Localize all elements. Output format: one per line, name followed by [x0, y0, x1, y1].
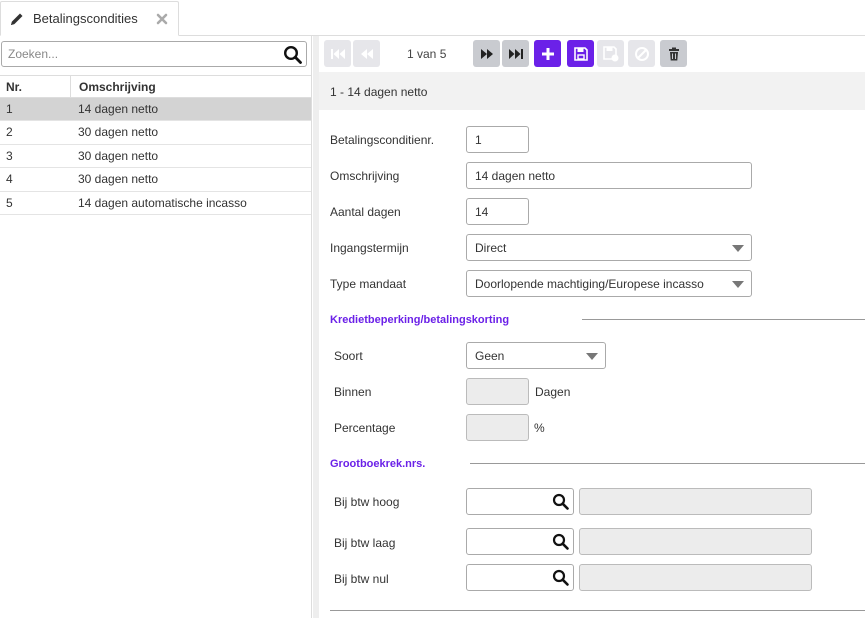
- search-icon[interactable]: [552, 533, 570, 551]
- soort-label: Soort: [334, 349, 363, 363]
- save-disabled-icon: [602, 45, 618, 61]
- add-icon: [541, 47, 554, 60]
- omschrijving-label: Omschrijving: [330, 169, 400, 183]
- delete-icon: [668, 47, 679, 60]
- section-kredietbeperking: Kredietbeperking/betalingskorting: [330, 314, 510, 326]
- save-icon: [573, 46, 588, 61]
- add-button[interactable]: [534, 40, 561, 67]
- row-nr: 4: [6, 172, 13, 187]
- tab-label: Betalingscondities: [33, 11, 138, 26]
- ingangstermijn-select[interactable]: Direct: [466, 234, 752, 261]
- chevron-down-icon: [586, 353, 598, 360]
- chevron-down-icon: [732, 245, 744, 252]
- btw-hoog-label: Bij btw hoog: [334, 495, 400, 509]
- btw-nul-label: Bij btw nul: [334, 572, 389, 586]
- ingangstermijn-label: Ingangstermijn: [330, 241, 409, 255]
- close-icon[interactable]: [155, 12, 169, 26]
- section-grootboek: Grootboekrek.nrs.: [330, 458, 426, 470]
- first-record-button[interactable]: [324, 40, 351, 67]
- nr-field[interactable]: 1: [466, 126, 529, 153]
- binnen-label: Binnen: [334, 385, 372, 399]
- record-toolbar: 1 van 5: [319, 36, 865, 72]
- next-icon: [480, 48, 493, 59]
- btw-hoog-description: [579, 488, 812, 515]
- list-item[interactable]: 5 14 dagen automatische incasso: [0, 192, 311, 215]
- aantal-dagen-field[interactable]: 14: [466, 198, 529, 225]
- last-record-button[interactable]: [502, 40, 529, 67]
- btw-nul-description: [579, 564, 812, 591]
- soort-value: Geen: [475, 349, 505, 363]
- column-header-omschrijving[interactable]: Omschrijving: [79, 80, 156, 94]
- list-item[interactable]: 3 30 dagen netto: [0, 145, 311, 169]
- delete-button[interactable]: [660, 40, 687, 67]
- row-nr: 5: [6, 195, 13, 210]
- list-header: Nr. Omschrijving: [0, 75, 311, 98]
- omschrijving-field[interactable]: 14 dagen netto: [466, 162, 752, 189]
- btw-laag-description: [579, 528, 812, 555]
- btw-nul-lookup[interactable]: [466, 564, 574, 591]
- cancel-icon: [634, 46, 649, 61]
- soort-select[interactable]: Geen: [466, 342, 606, 369]
- previous-icon: [360, 48, 373, 59]
- search-icon[interactable]: [283, 45, 303, 65]
- row-omschrijving: 14 dagen netto: [78, 102, 159, 116]
- row-nr: 2: [6, 125, 13, 140]
- row-omschrijving: 30 dagen netto: [78, 172, 159, 187]
- record-title: 1 - 14 dagen netto: [330, 85, 428, 99]
- list-item[interactable]: 1 14 dagen netto: [0, 98, 311, 122]
- last-icon: [508, 48, 523, 59]
- tab-betalingscondities[interactable]: Betalingscondities: [0, 1, 179, 36]
- btw-laag-lookup[interactable]: [466, 528, 574, 555]
- search-input[interactable]: [8, 45, 278, 63]
- chevron-down-icon: [732, 281, 744, 288]
- type-mandaat-select[interactable]: Doorlopende machtiging/Europese incasso: [466, 270, 752, 297]
- row-nr: 3: [6, 148, 13, 163]
- row-nr: 1: [6, 102, 13, 116]
- binnen-field: [466, 378, 529, 405]
- percentage-field: [466, 414, 529, 441]
- percentage-label: Percentage: [334, 421, 396, 435]
- binnen-unit: Dagen: [535, 385, 571, 399]
- search-icon[interactable]: [552, 569, 570, 587]
- list-panel: Nr. Omschrijving 1 14 dagen netto 2 30 d…: [0, 36, 312, 618]
- pager-text: 1 van 5: [407, 47, 447, 61]
- panel-splitter[interactable]: [313, 36, 319, 618]
- record-header: 1 - 14 dagen netto: [319, 72, 865, 110]
- cancel-button[interactable]: [628, 40, 655, 67]
- column-separator: [70, 76, 71, 97]
- first-icon: [330, 48, 345, 59]
- nr-label: Betalingsconditienr.: [330, 133, 435, 147]
- percentage-unit: %: [534, 421, 545, 435]
- list-item[interactable]: 2 30 dagen netto: [0, 121, 311, 145]
- row-omschrijving: 30 dagen netto: [78, 148, 159, 163]
- row-omschrijving: 30 dagen netto: [78, 125, 159, 140]
- save-new-button[interactable]: [597, 40, 624, 67]
- tab-bar: Betalingscondities: [0, 0, 865, 36]
- row-omschrijving: 14 dagen automatische incasso: [78, 195, 247, 210]
- column-header-nr[interactable]: Nr.: [6, 80, 22, 94]
- section-divider: [582, 319, 865, 320]
- ingangstermijn-value: Direct: [475, 241, 507, 255]
- type-mandaat-label: Type mandaat: [330, 277, 407, 291]
- search-box: [1, 41, 307, 67]
- pencil-icon: [9, 11, 25, 27]
- section-divider: [470, 463, 865, 464]
- list-rows: 1 14 dagen netto 2 30 dagen netto 3 30 d…: [0, 98, 311, 215]
- previous-record-button[interactable]: [353, 40, 380, 67]
- type-mandaat-value: Doorlopende machtiging/Europese incasso: [475, 277, 704, 291]
- next-record-button[interactable]: [473, 40, 500, 67]
- list-item[interactable]: 4 30 dagen netto: [0, 168, 311, 192]
- btw-hoog-lookup[interactable]: [466, 488, 574, 515]
- aantal-dagen-label: Aantal dagen: [330, 205, 401, 219]
- btw-laag-label: Bij btw laag: [334, 536, 396, 550]
- save-button[interactable]: [567, 40, 594, 67]
- search-icon[interactable]: [552, 493, 570, 511]
- bottom-divider: [330, 610, 865, 611]
